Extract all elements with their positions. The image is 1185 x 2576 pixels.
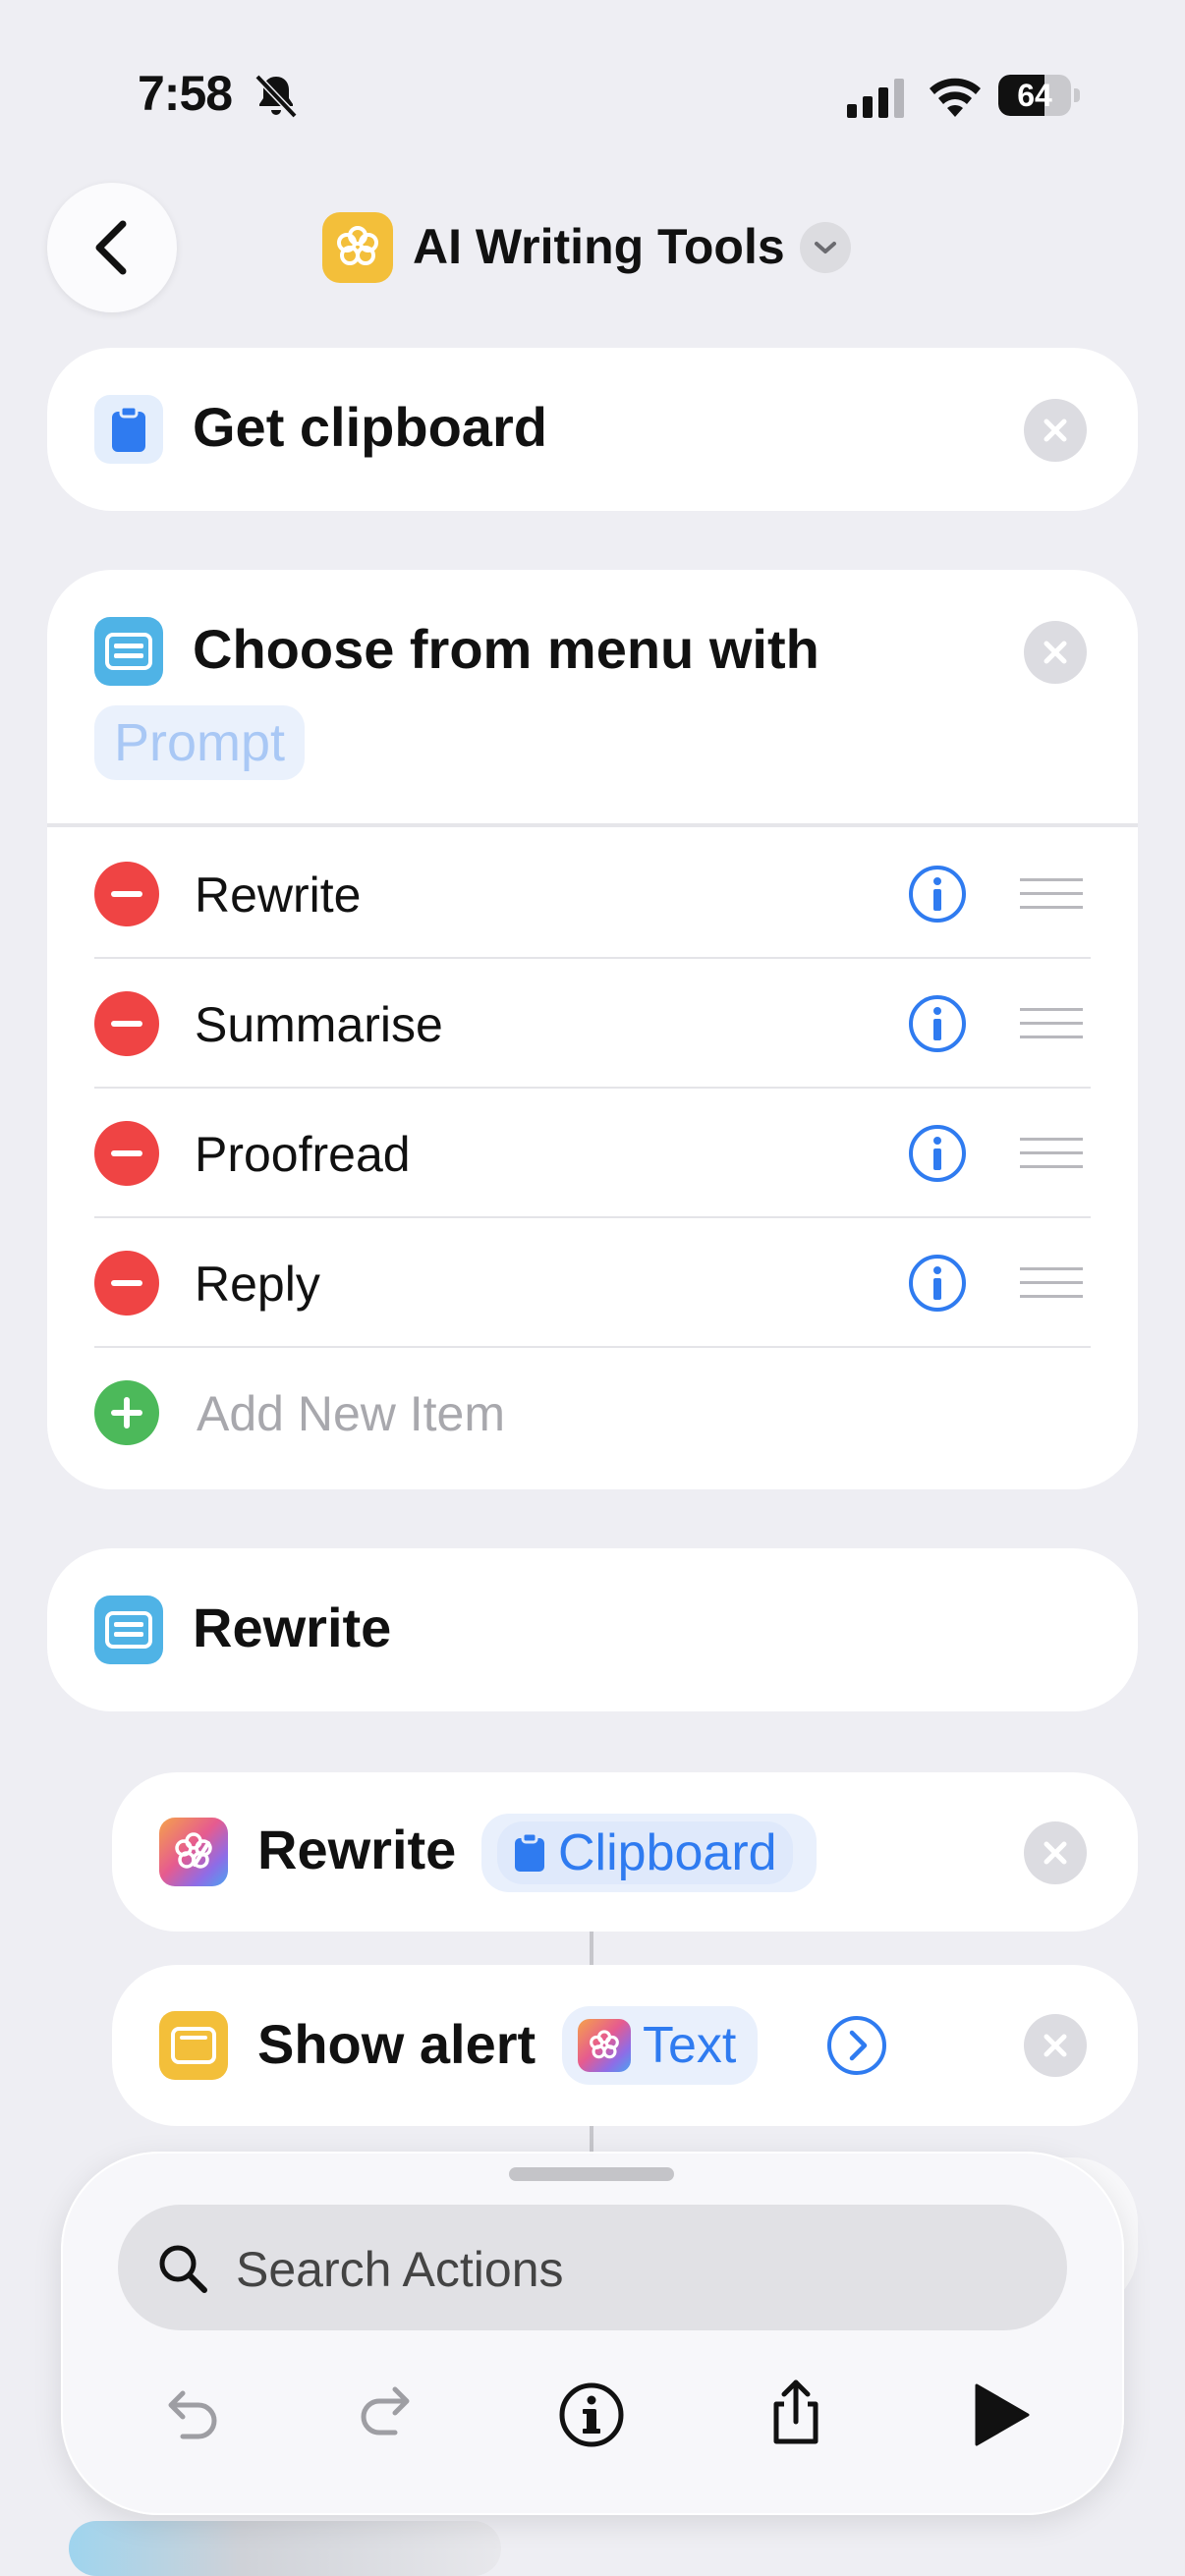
menu-icon bbox=[94, 617, 163, 686]
clipboard-icon bbox=[94, 395, 163, 464]
menu-item-label[interactable]: Summarise bbox=[195, 996, 443, 1053]
flower-icon bbox=[337, 226, 378, 265]
sheet-grabber[interactable] bbox=[509, 2167, 674, 2181]
wifi-icon bbox=[930, 78, 981, 117]
battery-percent: 64 bbox=[1017, 78, 1052, 113]
close-icon bbox=[1044, 2034, 1067, 2057]
remove-action-button[interactable] bbox=[1024, 621, 1087, 684]
menu-item-label[interactable]: Rewrite bbox=[195, 867, 361, 924]
menu-item[interactable]: Reply bbox=[47, 1218, 1138, 1348]
prompt-field[interactable]: Prompt bbox=[94, 705, 306, 780]
add-item-icon[interactable] bbox=[94, 1380, 159, 1445]
menu-item-label[interactable]: Proofread bbox=[195, 1126, 411, 1183]
delete-item-button[interactable] bbox=[94, 991, 159, 1056]
menu-icon bbox=[94, 1596, 163, 1664]
token-label: Text bbox=[643, 2017, 737, 2074]
reorder-grip-icon[interactable] bbox=[1020, 876, 1083, 912]
alert-input-token[interactable]: Text bbox=[562, 2006, 759, 2085]
search-placeholder: Search Actions bbox=[236, 2242, 564, 2297]
remove-action-button[interactable] bbox=[1024, 2014, 1087, 2077]
reorder-grip-icon[interactable] bbox=[1020, 1006, 1083, 1041]
token-label: Clipboard bbox=[558, 1824, 777, 1881]
play-icon[interactable] bbox=[965, 2380, 1036, 2450]
menu-item[interactable]: Summarise bbox=[47, 959, 1138, 1089]
battery-indicator: 64 bbox=[998, 75, 1081, 116]
cellular-signal-icon bbox=[847, 79, 904, 118]
reorder-grip-icon[interactable] bbox=[1020, 1136, 1083, 1171]
prompt-placeholder: Prompt bbox=[114, 713, 286, 772]
share-icon[interactable] bbox=[761, 2372, 831, 2452]
menu-item[interactable]: Proofread bbox=[47, 1089, 1138, 1218]
info-icon[interactable] bbox=[908, 994, 967, 1053]
redo-icon[interactable] bbox=[354, 2376, 424, 2446]
search-icon bbox=[159, 2245, 207, 2293]
chevron-down-icon bbox=[815, 242, 836, 253]
shortcut-app-icon[interactable] bbox=[322, 212, 393, 283]
delete-item-button[interactable] bbox=[94, 1121, 159, 1186]
rewrite-input-token[interactable]: Clipboard bbox=[481, 1814, 817, 1892]
action-title: Show alert bbox=[257, 2013, 536, 2075]
remove-action-button[interactable] bbox=[1024, 1821, 1087, 1884]
close-icon bbox=[1044, 419, 1067, 442]
menu-divider bbox=[47, 823, 1138, 827]
bottom-blur-content bbox=[69, 2521, 501, 2576]
add-item-label[interactable]: Add New Item bbox=[197, 1385, 505, 1442]
writing-tools-icon bbox=[159, 1818, 228, 1886]
menu-item-label[interactable]: Reply bbox=[195, 1256, 320, 1313]
action-title: Rewrite bbox=[257, 1819, 457, 1880]
info-icon[interactable] bbox=[908, 1124, 967, 1183]
back-button[interactable] bbox=[47, 183, 177, 312]
delete-item-button[interactable] bbox=[94, 862, 159, 926]
title-menu-button[interactable] bbox=[800, 222, 851, 273]
reorder-grip-icon[interactable] bbox=[1020, 1265, 1083, 1301]
flow-connector bbox=[590, 1932, 593, 1965]
info-icon[interactable] bbox=[556, 2380, 627, 2450]
bell-slash-icon bbox=[254, 74, 298, 119]
close-icon bbox=[1044, 1841, 1067, 1865]
undo-icon[interactable] bbox=[153, 2380, 224, 2450]
rewrite-action[interactable]: Rewrite Clipboard bbox=[112, 1772, 1138, 1932]
clipboard-icon bbox=[515, 1832, 544, 1872]
action-title: Choose from menu with bbox=[193, 618, 819, 680]
remove-action-button[interactable] bbox=[1024, 399, 1087, 462]
status-time: 7:58 bbox=[138, 66, 233, 121]
choose-from-menu-action[interactable]: Choose from menu with Prompt Rewrite Sum… bbox=[47, 570, 1138, 1489]
alert-icon bbox=[159, 2011, 228, 2080]
chevron-right-circle-icon[interactable] bbox=[825, 2014, 888, 2077]
case-title: Rewrite bbox=[193, 1596, 392, 1658]
close-icon bbox=[1044, 641, 1067, 664]
show-alert-action[interactable]: Show alert Text bbox=[112, 1965, 1138, 2126]
delete-item-button[interactable] bbox=[94, 1251, 159, 1316]
info-icon[interactable] bbox=[908, 1254, 967, 1313]
shortcut-title[interactable]: AI Writing Tools bbox=[413, 218, 785, 275]
add-new-item-row[interactable]: Add New Item bbox=[47, 1348, 1138, 1478]
get-clipboard-action[interactable]: Get clipboard bbox=[47, 348, 1138, 511]
writing-tools-icon bbox=[578, 2019, 631, 2072]
action-title: Get clipboard bbox=[193, 396, 547, 458]
menu-item[interactable]: Rewrite bbox=[47, 829, 1138, 959]
menu-case-rewrite[interactable]: Rewrite bbox=[47, 1548, 1138, 1711]
info-icon[interactable] bbox=[908, 865, 967, 924]
chevron-left-icon bbox=[95, 220, 127, 275]
